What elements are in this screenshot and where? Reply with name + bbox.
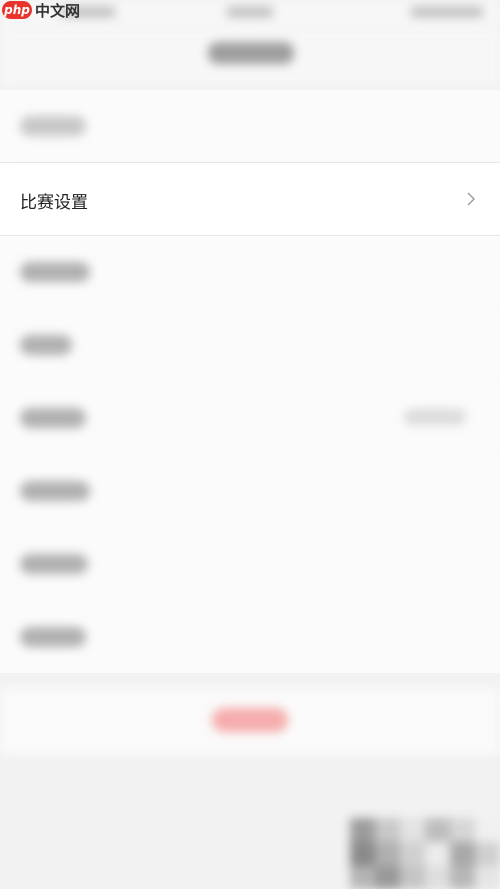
row-label-blurred	[20, 627, 86, 647]
status-time-blurred	[226, 6, 274, 18]
settings-row-8[interactable]	[20, 601, 500, 673]
status-battery-blurred	[410, 6, 484, 18]
row-label-blurred	[20, 554, 88, 574]
watermark-badge: php	[2, 1, 32, 19]
settings-row-1[interactable]	[20, 90, 500, 163]
row-label-blurred	[20, 335, 72, 355]
action-button-blurred[interactable]	[212, 708, 288, 732]
settings-row-6[interactable]	[20, 455, 500, 528]
chevron-right-icon	[467, 192, 475, 206]
settings-row-5[interactable]	[20, 382, 500, 455]
row-label-blurred	[20, 116, 86, 136]
settings-item-match-settings[interactable]: 比赛设置	[0, 162, 500, 236]
row-value-blurred	[404, 409, 466, 425]
watermark-text: 中文网	[35, 1, 81, 20]
row-label-blurred	[20, 481, 90, 501]
row-label-blurred	[20, 262, 90, 282]
settings-row-4[interactable]	[20, 309, 500, 382]
nav-title-blurred	[208, 42, 294, 64]
action-area	[0, 688, 500, 754]
settings-item-label: 比赛设置	[20, 193, 88, 213]
pixelated-thumbnail	[350, 818, 500, 889]
settings-row-7[interactable]	[20, 528, 500, 601]
settings-row-3[interactable]	[20, 236, 500, 309]
navigation-bar	[0, 28, 500, 87]
watermark-logo: php 中文网	[2, 0, 80, 20]
row-label-blurred	[20, 408, 86, 428]
